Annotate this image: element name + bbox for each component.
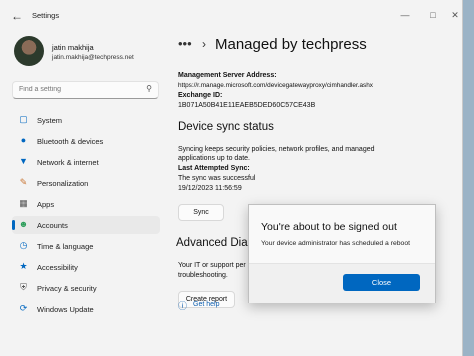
exchange-id-label: Exchange ID: [178,92,223,99]
wifi-icon: ▼ [19,156,28,166]
close-icon[interactable]: ✕ [447,8,462,22]
sidebar-item-network[interactable]: ▼ Network & internet [12,153,160,171]
brush-icon: ✎ [19,177,28,187]
sync-description-line2: applications up to date. [178,155,250,162]
apps-icon: ▦ [19,198,28,208]
get-help-link[interactable]: Get help [193,301,219,308]
dialog-title: You're about to be signed out [261,221,397,233]
dialog-message: Your device administrator has scheduled … [261,240,410,247]
sidebar-item-privacy[interactable]: ⛨ Privacy & security [12,279,160,297]
active-indicator [12,220,15,230]
search-box[interactable]: ⚲ [12,81,159,99]
sync-description-line1: Syncing keeps security policies, network… [178,146,375,153]
last-sync-label: Last Attempted Sync: [178,165,250,172]
sidebar-item-time-language[interactable]: ◷ Time & language [12,237,160,255]
title-bar: ← Settings — □ ✕ [0,0,462,32]
person-icon: ☻ [18,219,29,229]
maximize-icon[interactable]: □ [425,8,441,22]
globe-clock-icon: ◷ [19,240,28,250]
advanced-description-line2: troubleshooting. [178,272,228,279]
shield-icon: ⛨ [20,282,27,292]
last-sync-time: 19/12/2023 11:56:59 [178,185,242,192]
signout-dialog: You're about to be signed out Your devic… [248,204,436,303]
sidebar-item-accounts[interactable]: ☻ Accounts [12,216,160,234]
sidebar-item-system[interactable]: ▢ System [12,111,160,129]
back-arrow-icon[interactable]: ← [11,10,25,22]
sidebar: jatin makhija jatin.makhija@techpress.ne… [0,32,170,356]
minimize-icon[interactable]: — [397,8,413,22]
monitor-icon: ▢ [19,114,28,124]
bluetooth-icon: ● [20,135,27,145]
mgmt-server-value: https://r.manage.microsoft.com/devicegat… [178,82,374,89]
sync-heading: Device sync status [178,121,274,133]
sidebar-item-personalization[interactable]: ✎ Personalization [12,174,160,192]
last-sync-status: The sync was successful [178,175,256,182]
accessibility-icon: ★ [19,261,28,271]
app-title: Settings [32,11,60,20]
avatar[interactable] [14,36,44,66]
chevron-right-icon: › [202,37,206,51]
search-input[interactable] [19,83,139,96]
search-icon[interactable]: ⚲ [146,84,152,93]
breadcrumb-more[interactable]: ••• [178,36,192,51]
page-title: Managed by techpress [215,36,367,53]
user-email: jatin.makhija@techpress.net [52,54,134,61]
sync-button[interactable]: Sync [178,204,224,221]
refresh-icon: ⟳ [19,303,28,313]
advanced-description-line1: Your IT or support per [178,262,246,269]
exchange-id-value: 1B071A50B41E11EAEB5DED60C57CE43B [178,102,316,109]
mgmt-server-label: Management Server Address: [178,72,277,79]
advanced-diagnostics-heading: Advanced Diag [176,237,254,249]
sidebar-item-apps[interactable]: ▦ Apps [12,195,160,213]
sidebar-item-accessibility[interactable]: ★ Accessibility [12,258,160,276]
dialog-footer: Close [249,263,435,303]
user-name: jatin makhija [52,43,94,52]
sidebar-item-bluetooth[interactable]: ● Bluetooth & devices [12,132,160,150]
help-icon[interactable]: ⓘ [178,299,187,312]
sidebar-item-windows-update[interactable]: ⟳ Windows Update [12,300,160,318]
close-button[interactable]: Close [343,274,420,291]
